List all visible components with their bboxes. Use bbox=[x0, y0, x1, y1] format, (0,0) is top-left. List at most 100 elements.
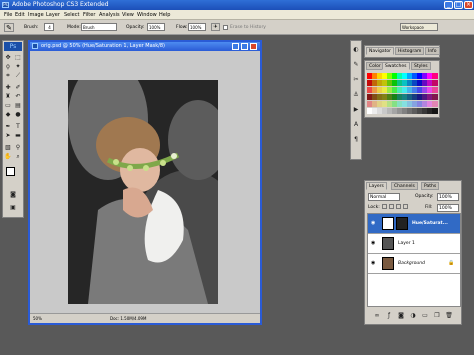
screen-mode-icon[interactable]: ▣ bbox=[9, 204, 17, 212]
color-swatch[interactable] bbox=[432, 80, 438, 86]
tab-channels[interactable]: Channels bbox=[391, 182, 418, 190]
erase-history-checkbox[interactable] bbox=[223, 25, 228, 30]
doc-maximize-button[interactable] bbox=[241, 43, 248, 50]
gradient-tool-icon[interactable]: ▤ bbox=[14, 102, 22, 110]
add-mask-icon[interactable]: ◙ bbox=[397, 312, 405, 320]
path-selection-icon[interactable]: ➤ bbox=[4, 132, 12, 140]
lock-position-icon[interactable] bbox=[396, 204, 401, 209]
color-swatch[interactable] bbox=[432, 73, 438, 79]
menu-edit[interactable]: Edit bbox=[15, 12, 25, 18]
lock-all-icon[interactable] bbox=[403, 204, 408, 209]
menu-file[interactable]: File bbox=[4, 12, 12, 18]
dock-clone-icon[interactable]: ⚓ bbox=[352, 91, 360, 99]
tab-info[interactable]: Info bbox=[425, 47, 440, 55]
color-swatch[interactable] bbox=[432, 87, 438, 93]
dock-brushes-icon[interactable]: ✎ bbox=[352, 61, 360, 69]
tab-layers[interactable]: Layers bbox=[366, 182, 387, 190]
type-tool-icon[interactable]: T bbox=[14, 123, 22, 131]
zoom-level[interactable]: 50% bbox=[33, 314, 42, 324]
minimize-button[interactable]: _ bbox=[444, 1, 453, 9]
eraser-tool-icon[interactable]: ▭ bbox=[4, 102, 12, 110]
eraser-tool-preset-icon[interactable]: ✎ bbox=[4, 23, 14, 32]
color-swatch[interactable] bbox=[432, 101, 438, 107]
layers-list: ◉ Hue/Saturat... ◉ Layer 1 ◉ Background … bbox=[367, 213, 461, 307]
foreground-color-swatch[interactable] bbox=[6, 167, 15, 176]
maximize-button[interactable]: □ bbox=[454, 1, 463, 9]
slice-tool-icon[interactable]: ⟋ bbox=[14, 72, 22, 80]
layer-name[interactable]: Layer 1 bbox=[398, 241, 415, 246]
dock-paragraph-icon[interactable]: ¶ bbox=[352, 136, 360, 144]
tab-histogram[interactable]: Histogram bbox=[395, 47, 425, 55]
brush-size-picker[interactable]: 4 bbox=[44, 23, 54, 31]
dock-navigator-icon[interactable]: ◐ bbox=[352, 46, 360, 54]
new-group-icon[interactable]: ▭ bbox=[421, 312, 429, 320]
layer-row-background[interactable]: ◉ Background 🔒 bbox=[368, 254, 460, 274]
menu-layer[interactable]: Layer bbox=[46, 12, 60, 18]
menu-filter[interactable]: Filter bbox=[83, 12, 95, 18]
layer-mask-thumbnail[interactable] bbox=[396, 217, 408, 230]
fill-field[interactable]: 100% bbox=[437, 204, 459, 212]
visibility-eye-icon[interactable]: ◉ bbox=[371, 260, 378, 267]
dodge-tool-icon[interactable]: ● bbox=[14, 111, 22, 119]
airbrush-icon[interactable]: ✈ bbox=[211, 23, 220, 31]
dock-tool-presets-icon[interactable]: ✂ bbox=[352, 76, 360, 84]
menu-view[interactable]: View bbox=[122, 12, 134, 18]
menu-image[interactable]: Image bbox=[28, 12, 44, 18]
link-layers-icon[interactable]: ∞ bbox=[373, 312, 381, 320]
color-swatch[interactable] bbox=[432, 94, 438, 100]
clone-stamp-icon[interactable]: ♜ bbox=[4, 93, 12, 101]
blend-mode-select[interactable]: Normal bbox=[368, 193, 400, 201]
adjustment-layer-button-icon[interactable]: ◑ bbox=[409, 312, 417, 320]
tab-swatches[interactable]: Swatches bbox=[382, 62, 410, 70]
layer-opacity-field[interactable]: 100% bbox=[437, 193, 459, 201]
shape-tool-icon[interactable]: ▬ bbox=[14, 132, 22, 140]
swatch-grid[interactable] bbox=[367, 73, 439, 115]
brush-tool-icon[interactable]: ✐ bbox=[14, 84, 22, 92]
gray-swatch[interactable] bbox=[432, 108, 438, 114]
doc-close-button[interactable] bbox=[250, 43, 257, 50]
marquee-tool-icon[interactable]: ⬚ bbox=[14, 54, 22, 62]
menu-window[interactable]: Window bbox=[137, 12, 157, 18]
adjustment-layer-icon bbox=[382, 217, 394, 230]
move-tool-icon[interactable]: ✥ bbox=[4, 54, 12, 62]
crop-tool-icon[interactable]: ⌗ bbox=[4, 72, 12, 80]
opacity-field[interactable]: 100% bbox=[147, 23, 165, 31]
document-canvas[interactable] bbox=[30, 51, 260, 313]
zoom-tool-icon[interactable]: ⌕ bbox=[14, 153, 22, 161]
hand-tool-icon[interactable]: ✋ bbox=[4, 153, 12, 161]
menu-select[interactable]: Select bbox=[64, 12, 79, 18]
lock-transparency-icon[interactable] bbox=[382, 204, 387, 209]
layer-row-hue-saturation[interactable]: ◉ Hue/Saturat... bbox=[368, 214, 460, 234]
quick-mask-icon[interactable]: ◙ bbox=[9, 191, 17, 199]
tab-navigator[interactable]: Navigator bbox=[366, 47, 395, 55]
delete-layer-icon[interactable]: 🗑 bbox=[445, 312, 453, 320]
doc-minimize-button[interactable] bbox=[232, 43, 239, 50]
healing-brush-icon[interactable]: ✚ bbox=[4, 84, 12, 92]
notes-tool-icon[interactable]: ▧ bbox=[4, 144, 12, 152]
history-brush-icon[interactable]: ↶ bbox=[14, 93, 22, 101]
blur-tool-icon[interactable]: ◆ bbox=[4, 111, 12, 119]
dock-character-icon[interactable]: A bbox=[352, 121, 360, 129]
visibility-eye-icon[interactable]: ◉ bbox=[371, 220, 378, 227]
workspace-menu[interactable]: Workspace bbox=[400, 23, 438, 31]
lock-pixels-icon[interactable] bbox=[389, 204, 394, 209]
layer-name[interactable]: Hue/Saturat... bbox=[412, 221, 448, 226]
mode-select[interactable]: Brush bbox=[81, 23, 117, 31]
dock-actions-icon[interactable]: ▶ bbox=[352, 106, 360, 114]
lasso-tool-icon[interactable]: ϙ bbox=[4, 63, 12, 71]
menu-analysis[interactable]: Analysis bbox=[99, 12, 120, 18]
eyedropper-icon[interactable]: ⚲ bbox=[14, 144, 22, 152]
visibility-eye-icon[interactable]: ◉ bbox=[371, 240, 378, 247]
new-layer-icon[interactable]: ❐ bbox=[433, 312, 441, 320]
magic-wand-icon[interactable]: ✦ bbox=[14, 63, 22, 71]
tab-paths[interactable]: Paths bbox=[421, 182, 440, 190]
flow-field[interactable]: 100% bbox=[188, 23, 206, 31]
layer-style-icon[interactable]: ƒ bbox=[385, 312, 393, 320]
layer-name[interactable]: Background bbox=[398, 261, 425, 266]
ps-app-icon: Ps bbox=[2, 2, 9, 8]
menu-help[interactable]: Help bbox=[159, 12, 170, 18]
layer-row-layer-1[interactable]: ◉ Layer 1 bbox=[368, 234, 460, 254]
close-button[interactable]: × bbox=[464, 1, 473, 9]
pen-tool-icon[interactable]: ✒ bbox=[4, 123, 12, 131]
tab-styles[interactable]: Styles bbox=[411, 62, 431, 70]
